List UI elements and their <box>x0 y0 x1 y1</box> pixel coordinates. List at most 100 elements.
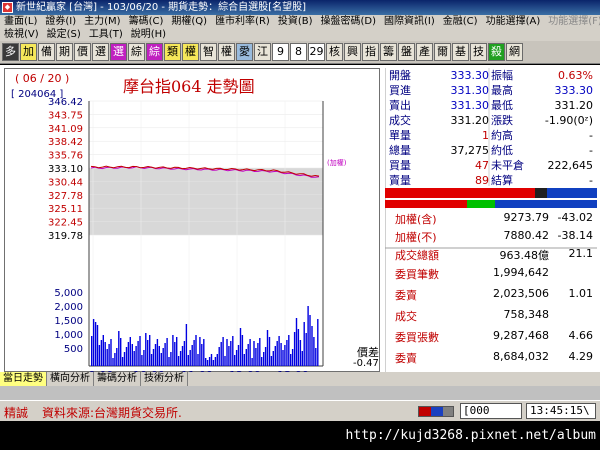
menu-item-2[interactable]: 主力(M) <box>80 15 124 28</box>
menu-item-9[interactable]: 金融(C) <box>439 15 482 28</box>
toolbar-button-24[interactable]: 爾 <box>434 43 451 61</box>
tab-2[interactable]: 籌碼分析 <box>94 372 141 386</box>
menu-item-1[interactable]: 證券(I) <box>41 15 80 28</box>
index-label: 成交總額 <box>395 249 439 262</box>
menu-item-0[interactable]: 畫面(L) <box>0 15 41 28</box>
toolbar-button-26[interactable]: 技 <box>470 43 487 61</box>
volume-bar <box>123 352 126 366</box>
toolbar-button-27[interactable]: 殺 <box>488 43 505 61</box>
toolbar-button-13[interactable]: 愛 <box>236 43 253 61</box>
menu-item-3[interactable]: 籌碼(C) <box>125 15 168 28</box>
toolbar-button-17[interactable]: 29 <box>308 43 325 61</box>
menu-item-row2-2[interactable]: 工具(T) <box>85 28 127 41</box>
volume-bar <box>247 344 249 366</box>
volume-bar <box>286 340 288 366</box>
volume-bar <box>191 345 193 366</box>
volume-bar <box>205 358 207 366</box>
volume-bar <box>145 333 147 366</box>
toolbar-button-6[interactable]: 選 <box>110 43 127 61</box>
volume-bar <box>290 354 292 366</box>
quote-row: 賣量 89 結算 - <box>385 174 597 188</box>
volume-bar <box>166 338 168 366</box>
toolbar-button-20[interactable]: 指 <box>362 43 379 61</box>
toolbar-button-2[interactable]: 備 <box>38 43 55 61</box>
volume-bar <box>98 345 101 366</box>
connection-indicator-icon <box>418 406 454 417</box>
status-message: 資料來源:台灣期貨交易所. <box>42 406 182 420</box>
volume-bar <box>185 324 188 366</box>
window-title-bar: ◆ 新世紀贏家 [台灣] - 103/06/20 - 期貨走勢：綜合自選股[名望… <box>0 0 600 15</box>
menu-item-11[interactable]: 功能選擇(F) <box>544 15 600 28</box>
volume-bar <box>106 349 108 366</box>
y-tick-label: 338.42 <box>48 137 83 148</box>
tab-1[interactable]: 橫向分析 <box>47 372 94 386</box>
order-label: 委買筆數 <box>395 268 439 281</box>
volume-bar <box>232 336 234 366</box>
menu-item-row2-3[interactable]: 說明(H) <box>127 28 170 41</box>
toolbar-button-11[interactable]: 智 <box>200 43 217 61</box>
volume-bar <box>266 330 269 366</box>
toolbar-button-28[interactable]: 網 <box>506 43 523 61</box>
volume-bar <box>158 346 160 366</box>
toolbar-button-22[interactable]: 盤 <box>398 43 415 61</box>
menu-item-7[interactable]: 操盤密碼(D) <box>317 15 381 28</box>
toolbar-button-16[interactable]: 8 <box>290 43 307 61</box>
order-label: 委買張數 <box>395 331 439 344</box>
quote-label: 買量 <box>389 159 411 172</box>
toolbar-button-0[interactable]: 多 <box>2 43 19 61</box>
menu-item-5[interactable]: 匯市利率(R) <box>211 15 274 28</box>
menu-item-10[interactable]: 功能選擇(A) <box>482 15 545 28</box>
volume-bar <box>297 329 300 366</box>
menu-item-6[interactable]: 投資(B) <box>274 15 317 28</box>
app-icon: ◆ <box>2 2 13 13</box>
volume-bar <box>187 355 189 366</box>
volume-bar <box>301 351 303 366</box>
toolbar-button-4[interactable]: 價 <box>74 43 91 61</box>
toolbar-button-19[interactable]: 興 <box>344 43 361 61</box>
toolbar-button-25[interactable]: 基 <box>452 43 469 61</box>
weighted-label: (加權) <box>327 158 347 167</box>
volume-bar <box>210 354 213 366</box>
volume-bar <box>237 345 240 366</box>
volume-bar <box>168 357 170 366</box>
volume-bar <box>226 339 228 366</box>
toolbar-button-9[interactable]: 類 <box>164 43 181 61</box>
toolbar-button-7[interactable]: 綜 <box>128 43 145 61</box>
volume-bar <box>162 348 164 366</box>
y-tick-label: 330.44 <box>48 177 83 188</box>
toolbar-button-1[interactable]: 加 <box>20 43 37 61</box>
volume-bar <box>206 360 209 366</box>
volume-bar <box>305 333 307 366</box>
volume-bar <box>176 337 178 366</box>
toolbar-button-14[interactable]: 江 <box>254 43 271 61</box>
quote-value: 47 <box>475 159 489 172</box>
toolbar-button-21[interactable]: 籌 <box>380 43 397 61</box>
tab-3[interactable]: 技術分析 <box>141 372 188 386</box>
sell-strength-bar <box>547 188 597 198</box>
menu-item-row2-1[interactable]: 設定(S) <box>43 28 85 41</box>
volume-bar <box>315 348 317 366</box>
window-title: 新世紀贏家 [台灣] - 103/06/20 - 期貨走勢：綜合自選股[名望股] <box>16 2 306 13</box>
volume-tick-label: 1,500 <box>54 316 83 327</box>
volume-bar <box>282 350 284 366</box>
toolbar-button-18[interactable]: 核 <box>326 43 343 61</box>
menu-item-4[interactable]: 期權(Q) <box>167 15 211 28</box>
main-area: ( 06 / 20 ) [ 204064 ] 摩台指064 走勢圖 346.42… <box>0 65 600 386</box>
toolbar-button-23[interactable]: 產 <box>416 43 433 61</box>
toolbar-button-8[interactable]: 綜 <box>146 43 163 61</box>
toolbar-button-10[interactable]: 權 <box>182 43 199 61</box>
volume-bar <box>112 358 114 366</box>
toolbar-button-15[interactable]: 9 <box>272 43 289 61</box>
quote-value: 331.30 <box>450 99 490 112</box>
menu-item-8[interactable]: 國際資訊(I) <box>380 15 439 28</box>
menu-row-1: 畫面(L) 證券(I) 主力(M) 籌碼(C) 期權(Q) 匯市利率(R) 投資(B) 操盤密… <box>0 15 600 28</box>
toolbar-button-3[interactable]: 期 <box>56 43 73 61</box>
y-tick-label: 322.45 <box>48 218 83 229</box>
menu-item-row2-0[interactable]: 檢視(V) <box>0 28 43 41</box>
volume-bar <box>218 347 220 366</box>
tab-0[interactable]: 當日走勢 <box>0 372 47 386</box>
toolbar-button-5[interactable]: 選 <box>92 43 109 61</box>
toolbar-button-12[interactable]: 權 <box>218 43 235 61</box>
volume-bar <box>164 343 166 366</box>
status-clock: 13:45:15\ <box>526 403 596 419</box>
